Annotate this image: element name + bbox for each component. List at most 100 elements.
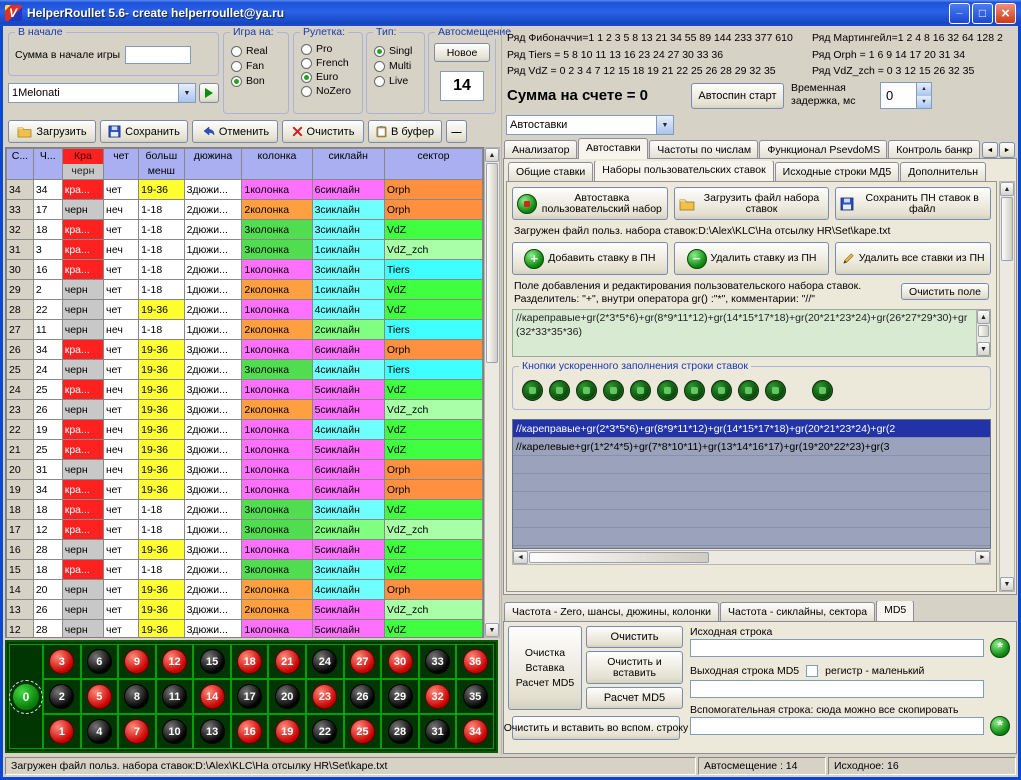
bets-list-empty-row[interactable] [513,474,990,492]
tab-freq-zero-chances[interactable]: Частота - Zero, шансы, дюжины, колонки [504,602,719,621]
board-number-28[interactable]: 28 [388,719,413,744]
tab-autobets[interactable]: Автоставки [578,138,648,159]
history-row[interactable]: 1818кра...чет1-182дюжи...3колонка3сиклай… [7,500,483,520]
history-row[interactable]: 2425кра...неч19-363дюжи...1колонка5сикла… [7,380,483,400]
board-number-25[interactable]: 25 [350,719,375,744]
board-number-22[interactable]: 22 [312,719,337,744]
board-number-16[interactable]: 16 [237,719,262,744]
panel-scroll-up-button[interactable] [1000,182,1014,196]
board-number-7[interactable]: 7 [124,719,149,744]
play-button[interactable] [199,83,219,103]
radio-nozero[interactable]: NoZero [301,85,362,97]
board-number-36[interactable]: 36 [463,649,488,674]
titlebar[interactable]: HelperRoullet 5.6- create helperroullet@… [0,0,1021,26]
tab-number-frequencies[interactable]: Частоты по числам [649,140,758,159]
board-number-29[interactable]: 29 [388,684,413,709]
load-bet-set-file-button[interactable]: Загрузить файл набора ставок [674,187,830,220]
radio-fan[interactable]: Fan [231,60,288,72]
clear-button[interactable]: Очистить [282,120,364,143]
board-cell-28[interactable]: 28 [381,714,419,749]
md5-stack-button[interactable]: Очистка Вставка Расчет MD5 [508,626,582,710]
panel-scrollbar[interactable] [999,181,1015,592]
history-row[interactable]: 1420чернчет19-362дюжи...2колонка4сиклайн… [7,580,483,600]
board-cell-34[interactable]: 34 [456,714,494,749]
board-cell-11[interactable]: 11 [156,679,194,714]
speed-fill-button-8[interactable] [711,380,732,401]
board-cell-23[interactable]: 23 [306,679,344,714]
edit-scroll-down-button[interactable] [977,342,990,356]
panel-scroll-track[interactable] [1000,262,1014,577]
board-number-3[interactable]: 3 [49,649,74,674]
autobets-combo[interactable]: Автоставки [506,115,674,135]
autospin-start-button[interactable]: Автоспин старт [691,83,784,109]
undo-button[interactable]: Отменить [192,120,278,143]
board-number-2[interactable]: 2 [49,684,74,709]
history-row[interactable]: 1628чернчет19-363дюжи...1колонка5сиклайн… [7,540,483,560]
table-scroll-up-button[interactable] [485,148,499,162]
board-cell-19[interactable]: 19 [268,714,306,749]
md5-calc-button[interactable]: Расчет MD5 [586,687,683,709]
list-scroll-track[interactable] [710,551,975,564]
board-cell-18[interactable]: 18 [231,644,269,679]
radio-pro[interactable]: Pro [301,43,362,55]
history-col-header[interactable]: Крачерн [62,149,103,180]
history-col-header[interactable]: колонка [242,149,312,180]
speed-fill-button-5[interactable] [630,380,651,401]
tab-scroll-right-button[interactable] [999,142,1015,158]
tab-user-bet-sets[interactable]: Наборы пользовательских ставок [594,161,773,181]
board-cell-4[interactable]: 4 [81,714,119,749]
board-number-24[interactable]: 24 [312,649,337,674]
board-cell-7[interactable]: 7 [118,714,156,749]
history-col-header[interactable]: сектор [384,149,482,180]
board-cell-1[interactable]: 1 [43,714,81,749]
history-row[interactable]: 2219кра...неч19-362дюжи...1колонка4сикла… [7,420,483,440]
delete-bet-button[interactable]: Удалить ставку из ПН [674,242,830,275]
spinner-down-icon[interactable] [917,96,931,109]
bets-list-empty-row[interactable] [513,492,990,510]
board-number-14[interactable]: 14 [200,684,225,709]
preset-combo[interactable]: 1Melonati [8,83,196,103]
board-cell-31[interactable]: 31 [419,714,457,749]
speed-fill-button-1[interactable] [522,380,543,401]
history-row[interactable]: 2326чернчет19-363дюжи...2колонка5сиклайн… [7,400,483,420]
board-number-17[interactable]: 17 [237,684,262,709]
speed-fill-button-10[interactable] [765,380,786,401]
board-cell-27[interactable]: 27 [344,644,382,679]
board-number-6[interactable]: 6 [87,649,112,674]
radio-multi[interactable]: Multi [374,60,424,72]
aux-string-input[interactable] [690,717,984,735]
board-cell-21[interactable]: 21 [268,644,306,679]
bet-edit-text[interactable]: //кареправые+gr(2*3*5*6)+gr(8*9*11*12)+g… [516,311,975,355]
md5-clear-button[interactable]: Очистить [586,626,683,648]
tab-md5-source-strings[interactable]: Исходные строки МД5 [775,162,900,181]
board-number-31[interactable]: 31 [425,719,450,744]
board-cell-33[interactable]: 33 [419,644,457,679]
board-number-27[interactable]: 27 [350,649,375,674]
board-cell-10[interactable]: 10 [156,714,194,749]
panel-scroll-down-button[interactable] [1000,577,1014,591]
tab-common-bets[interactable]: Общие ставки [508,162,593,181]
board-number-9[interactable]: 9 [124,649,149,674]
to-buffer-button[interactable]: В буфер [368,120,442,143]
save-bet-set-file-button[interactable]: Сохранить ПН ставок в файл [835,187,991,220]
history-row[interactable]: 3016кра...чет1-182дюжи...1колонка3сиклай… [7,260,483,280]
history-row[interactable]: 2031черннеч19-363дюжи...1колонка6сиклайн… [7,460,483,480]
speed-fill-button-3[interactable] [576,380,597,401]
history-row[interactable]: 1518кра...чет1-182дюжи...3колонка3сиклай… [7,560,483,580]
edit-scroll-up-button[interactable] [977,310,990,324]
tab-additional[interactable]: Дополнительн [900,162,986,181]
board-cell-20[interactable]: 20 [268,679,306,714]
history-col-header[interactable]: большменш [139,149,184,180]
source-string-input[interactable] [690,639,984,657]
history-col-header[interactable]: сиклайн [312,149,384,180]
radio-real[interactable]: Real [231,45,288,57]
maximize-button[interactable] [972,3,993,24]
md5-source-action-button[interactable] [990,638,1010,658]
board-cell-17[interactable]: 17 [231,679,269,714]
minimize-button[interactable] [949,3,970,24]
board-number-4[interactable]: 4 [87,719,112,744]
board-cell-24[interactable]: 24 [306,644,344,679]
history-row[interactable]: 3218кра...чет1-182дюжи...3колонка3сиклай… [7,220,483,240]
bet-edit-field[interactable]: //кареправые+gr(2*3*5*6)+gr(8*9*11*12)+g… [512,309,991,357]
load-button[interactable]: Загрузить [8,120,96,143]
